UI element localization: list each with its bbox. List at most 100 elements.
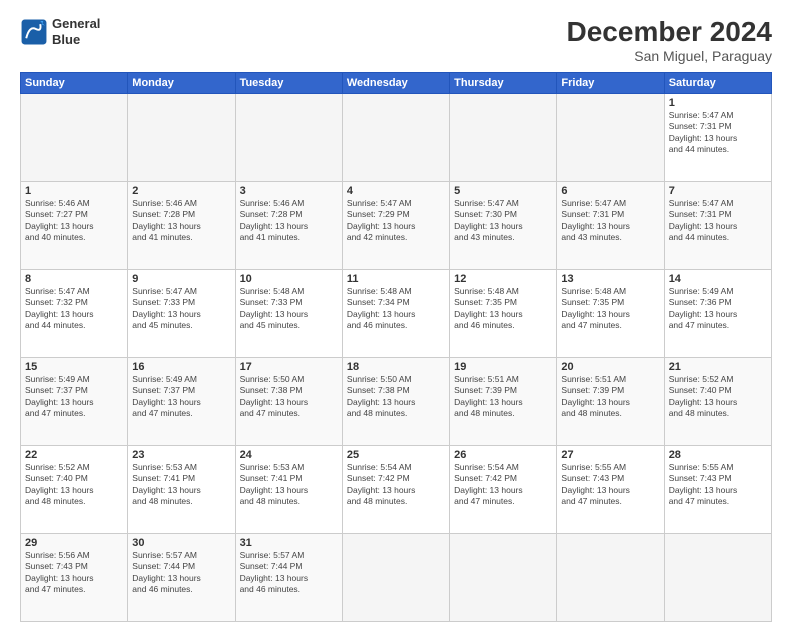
day-info: Sunrise: 5:46 AMSunset: 7:28 PMDaylight:… [132,198,201,242]
col-header-sunday: Sunday [21,73,128,94]
calendar-table: SundayMondayTuesdayWednesdayThursdayFrid… [20,72,772,622]
col-header-friday: Friday [557,73,664,94]
day-number: 7 [669,185,767,197]
main-title: December 2024 [567,16,772,48]
day-info: Sunrise: 5:51 AMSunset: 7:39 PMDaylight:… [454,374,523,418]
calendar-cell: 6Sunrise: 5:47 AMSunset: 7:31 PMDaylight… [557,182,664,270]
day-info: Sunrise: 5:55 AMSunset: 7:43 PMDaylight:… [669,462,738,506]
day-info: Sunrise: 5:56 AMSunset: 7:43 PMDaylight:… [25,550,94,594]
day-info: Sunrise: 5:46 AMSunset: 7:28 PMDaylight:… [240,198,309,242]
day-number: 16 [132,361,230,373]
col-header-saturday: Saturday [664,73,771,94]
day-number: 6 [561,185,659,197]
calendar-week-1: 1Sunrise: 5:47 AMSunset: 7:31 PMDaylight… [21,94,772,182]
calendar-cell: 10Sunrise: 5:48 AMSunset: 7:33 PMDayligh… [235,270,342,358]
calendar-cell [21,94,128,182]
day-info: Sunrise: 5:54 AMSunset: 7:42 PMDaylight:… [454,462,523,506]
day-number: 24 [240,449,338,461]
day-info: Sunrise: 5:57 AMSunset: 7:44 PMDaylight:… [132,550,201,594]
calendar-cell: 23Sunrise: 5:53 AMSunset: 7:41 PMDayligh… [128,446,235,534]
day-info: Sunrise: 5:51 AMSunset: 7:39 PMDaylight:… [561,374,630,418]
calendar-cell: 1Sunrise: 5:47 AMSunset: 7:31 PMDaylight… [664,94,771,182]
day-number: 27 [561,449,659,461]
calendar-cell: 19Sunrise: 5:51 AMSunset: 7:39 PMDayligh… [450,358,557,446]
day-info: Sunrise: 5:53 AMSunset: 7:41 PMDaylight:… [132,462,201,506]
day-number: 30 [132,537,230,549]
calendar-cell: 31Sunrise: 5:57 AMSunset: 7:44 PMDayligh… [235,534,342,622]
calendar-cell [342,534,449,622]
calendar-header-row: SundayMondayTuesdayWednesdayThursdayFrid… [21,73,772,94]
day-info: Sunrise: 5:55 AMSunset: 7:43 PMDaylight:… [561,462,630,506]
calendar-cell [235,94,342,182]
calendar-cell [342,94,449,182]
calendar-cell: 1Sunrise: 5:46 AMSunset: 7:27 PMDaylight… [21,182,128,270]
page: General Blue December 2024 San Miguel, P… [0,0,792,612]
calendar-cell: 29Sunrise: 5:56 AMSunset: 7:43 PMDayligh… [21,534,128,622]
day-number: 28 [669,449,767,461]
day-number: 20 [561,361,659,373]
day-number: 3 [240,185,338,197]
day-info: Sunrise: 5:52 AMSunset: 7:40 PMDaylight:… [25,462,94,506]
day-info: Sunrise: 5:54 AMSunset: 7:42 PMDaylight:… [347,462,416,506]
day-number: 17 [240,361,338,373]
logo-text: General Blue [52,16,100,47]
calendar-week-4: 15Sunrise: 5:49 AMSunset: 7:37 PMDayligh… [21,358,772,446]
day-number: 8 [25,273,123,285]
day-info: Sunrise: 5:46 AMSunset: 7:27 PMDaylight:… [25,198,94,242]
day-number: 25 [347,449,445,461]
calendar-cell: 30Sunrise: 5:57 AMSunset: 7:44 PMDayligh… [128,534,235,622]
day-number: 26 [454,449,552,461]
day-number: 18 [347,361,445,373]
day-number: 2 [132,185,230,197]
calendar-cell: 24Sunrise: 5:53 AMSunset: 7:41 PMDayligh… [235,446,342,534]
day-info: Sunrise: 5:53 AMSunset: 7:41 PMDaylight:… [240,462,309,506]
calendar-cell: 25Sunrise: 5:54 AMSunset: 7:42 PMDayligh… [342,446,449,534]
generalblue-logo-icon [20,18,48,46]
calendar-cell: 20Sunrise: 5:51 AMSunset: 7:39 PMDayligh… [557,358,664,446]
calendar-week-2: 1Sunrise: 5:46 AMSunset: 7:27 PMDaylight… [21,182,772,270]
calendar-cell: 21Sunrise: 5:52 AMSunset: 7:40 PMDayligh… [664,358,771,446]
calendar-cell: 7Sunrise: 5:47 AMSunset: 7:31 PMDaylight… [664,182,771,270]
calendar-cell [557,94,664,182]
day-info: Sunrise: 5:49 AMSunset: 7:37 PMDaylight:… [25,374,94,418]
day-number: 1 [25,185,123,197]
calendar-cell: 3Sunrise: 5:46 AMSunset: 7:28 PMDaylight… [235,182,342,270]
day-info: Sunrise: 5:47 AMSunset: 7:30 PMDaylight:… [454,198,523,242]
calendar-cell: 16Sunrise: 5:49 AMSunset: 7:37 PMDayligh… [128,358,235,446]
day-info: Sunrise: 5:50 AMSunset: 7:38 PMDaylight:… [240,374,309,418]
calendar-week-3: 8Sunrise: 5:47 AMSunset: 7:32 PMDaylight… [21,270,772,358]
col-header-monday: Monday [128,73,235,94]
calendar-cell [128,94,235,182]
calendar-cell: 17Sunrise: 5:50 AMSunset: 7:38 PMDayligh… [235,358,342,446]
day-number: 23 [132,449,230,461]
day-number: 12 [454,273,552,285]
day-number: 29 [25,537,123,549]
day-info: Sunrise: 5:57 AMSunset: 7:44 PMDaylight:… [240,550,309,594]
day-number: 15 [25,361,123,373]
day-info: Sunrise: 5:47 AMSunset: 7:32 PMDaylight:… [25,286,94,330]
col-header-wednesday: Wednesday [342,73,449,94]
calendar-cell: 27Sunrise: 5:55 AMSunset: 7:43 PMDayligh… [557,446,664,534]
logo: General Blue [20,16,100,47]
calendar-cell: 22Sunrise: 5:52 AMSunset: 7:40 PMDayligh… [21,446,128,534]
calendar-cell: 4Sunrise: 5:47 AMSunset: 7:29 PMDaylight… [342,182,449,270]
calendar-cell [450,94,557,182]
day-info: Sunrise: 5:50 AMSunset: 7:38 PMDaylight:… [347,374,416,418]
day-number: 4 [347,185,445,197]
calendar-week-6: 29Sunrise: 5:56 AMSunset: 7:43 PMDayligh… [21,534,772,622]
calendar-body: 1 Sunrise: 5:47 AMSunset: 7:31 PMDaylight… [21,94,772,622]
calendar-cell: 26Sunrise: 5:54 AMSunset: 7:42 PMDayligh… [450,446,557,534]
calendar-cell: 9Sunrise: 5:47 AMSunset: 7:33 PMDaylight… [128,270,235,358]
day-info: Sunrise: 5:47 AMSunset: 7:31 PMDaylight:… [561,198,630,242]
calendar-cell [450,534,557,622]
day-info: Sunrise: 5:52 AMSunset: 7:40 PMDaylight:… [669,374,738,418]
day-info: Sunrise: 5:48 AMSunset: 7:35 PMDaylight:… [454,286,523,330]
calendar-cell: 15Sunrise: 5:49 AMSunset: 7:37 PMDayligh… [21,358,128,446]
calendar-cell: 8Sunrise: 5:47 AMSunset: 7:32 PMDaylight… [21,270,128,358]
calendar-cell: 18Sunrise: 5:50 AMSunset: 7:38 PMDayligh… [342,358,449,446]
calendar-cell: 11Sunrise: 5:48 AMSunset: 7:34 PMDayligh… [342,270,449,358]
col-header-thursday: Thursday [450,73,557,94]
day-number: 11 [347,273,445,285]
day-number: 13 [561,273,659,285]
calendar-cell [664,534,771,622]
